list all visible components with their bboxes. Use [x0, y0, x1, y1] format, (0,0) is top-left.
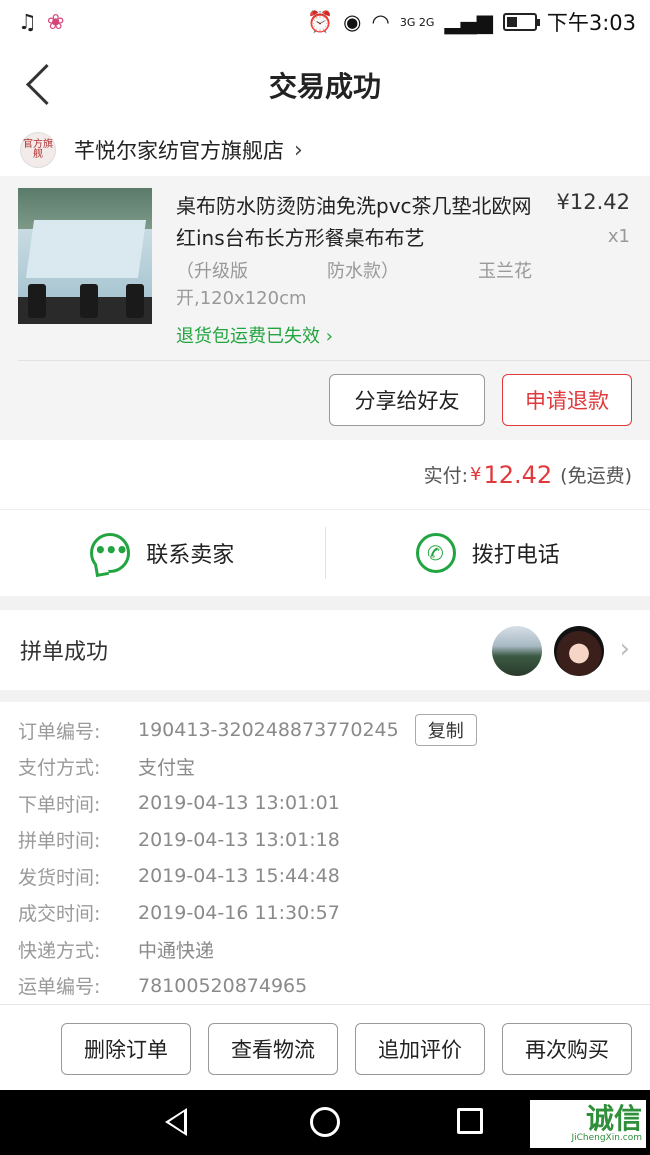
chevron-right-icon: › — [320, 326, 333, 347]
store-row[interactable]: 官方旗舰 芊悦尔家纺官方旗舰店 › — [0, 126, 650, 174]
detail-value: 2019-04-13 13:01:18 — [138, 828, 340, 851]
paid-currency: ¥ — [470, 464, 482, 485]
call-phone-button[interactable]: ✆ 拨打电话 — [326, 510, 650, 596]
order-number: 190413-320248873770245 — [138, 719, 399, 742]
battery-icon — [502, 13, 540, 31]
call-phone-label: 拨打电话 — [471, 543, 560, 568]
detail-value: 2019-04-16 11:30:57 — [138, 901, 340, 924]
status-time: 下午3:03 — [546, 11, 636, 35]
music-note-icon: ♫ — [18, 10, 37, 34]
wifi-icon: ◠ — [371, 10, 390, 34]
spec-part: 玉兰花 — [478, 261, 532, 282]
detail-label: 拼单时间: — [18, 830, 101, 853]
tracking-number: 78100520874965 — [138, 974, 308, 997]
product-card[interactable]: 桌布防水防烫防油免洗pvc茶几垫北欧网红ins台布长方形餐桌布布艺 ¥12.42… — [0, 176, 650, 440]
section-gap — [0, 596, 650, 610]
detail-label: 快递方式: — [18, 939, 101, 962]
buy-again-button[interactable]: 再次购买 — [502, 1023, 632, 1075]
detail-row: 下单时间: 2019-04-13 13:01:01 — [18, 785, 650, 822]
nav-back-icon[interactable] — [165, 1108, 187, 1136]
app-notification-icon: ❀ — [46, 10, 65, 34]
product-spec: （升级版 防水款） 玉兰花 开,120x120cm — [176, 258, 532, 312]
paid-label: 实付: — [423, 465, 468, 487]
detail-row: 快递方式: 中通快递 — [18, 931, 650, 968]
detail-row: 拼单时间: 2019-04-13 13:01:18 — [18, 822, 650, 859]
detail-label: 成交时间: — [18, 903, 101, 926]
spec-part: 防水款） — [327, 261, 399, 282]
detail-row: 成交时间: 2019-04-16 11:30:57 — [18, 895, 650, 932]
contact-row: ••• 联系卖家 ✆ 拨打电话 — [0, 510, 650, 596]
watermark-text: 诚信 — [585, 1102, 642, 1135]
group-success-label: 拼单成功 — [20, 640, 109, 665]
status-left: ♫ ❀ — [18, 10, 64, 34]
view-logistics-button[interactable]: 查看物流 — [208, 1023, 338, 1075]
detail-row: 支付方式: 支付宝 — [18, 749, 650, 786]
page-title: 交易成功 — [268, 70, 381, 103]
status-right: ⏰ ◉ ◠ 3G 2G ▂▄▆ 下午3:03 — [307, 7, 636, 37]
nav-bar: 交易成功 — [0, 44, 650, 126]
contact-seller-label: 联系卖家 — [146, 543, 235, 568]
detail-value: 中通快递 — [138, 939, 215, 962]
detail-row: 发货时间: 2019-04-13 15:44:48 — [18, 858, 650, 895]
copy-button[interactable]: 复制 — [414, 714, 477, 747]
phone-icon: ✆ — [415, 533, 456, 573]
shipping-note: (免运费) — [560, 465, 632, 487]
detail-label: 发货时间: — [18, 866, 101, 889]
detail-row: 订单编号: 190413-320248873770245 复制 — [18, 712, 650, 749]
refund-button[interactable]: 申请退款 — [502, 374, 632, 426]
detail-value: 支付宝 — [138, 757, 196, 780]
watermark-logo: 诚信 JiChengXin.com — [530, 1100, 646, 1148]
watermark-subtext: JiChengXin.com — [571, 1133, 642, 1143]
product-title[interactable]: 桌布防水防烫防油免洗pvc茶几垫北欧网红ins台布长方形餐桌布布艺 — [176, 190, 536, 254]
alarm-icon: ⏰ — [307, 9, 334, 34]
detail-row: 运单编号: 78100520874965 — [18, 968, 650, 1005]
paid-amount: 12.42 — [483, 460, 553, 489]
signal-icon: ▂▄▆ — [444, 10, 493, 34]
delete-order-button[interactable]: 删除订单 — [61, 1023, 191, 1075]
store-logo: 官方旗舰 — [20, 132, 56, 168]
divider — [18, 360, 650, 361]
product-quantity: x1 — [607, 226, 630, 247]
status-bar: ♫ ❀ ⏰ ◉ ◠ 3G 2G ▂▄▆ 下午3:03 — [0, 0, 650, 44]
group-success-row[interactable]: 拼单成功 › — [0, 610, 650, 690]
nav-home-icon[interactable] — [310, 1107, 340, 1137]
product-price: ¥12.42 — [556, 190, 630, 214]
chevron-right-icon: › — [619, 634, 630, 664]
detail-label: 下单时间: — [18, 793, 101, 816]
product-image[interactable] — [18, 188, 152, 324]
spec-part: 开,120x120cm — [176, 288, 307, 309]
nav-recents-icon[interactable] — [457, 1108, 483, 1134]
detail-value: 2019-04-13 15:44:48 — [138, 865, 340, 888]
chevron-right-icon: › — [294, 137, 303, 163]
avatar — [492, 626, 542, 676]
detail-label: 支付方式: — [18, 757, 101, 780]
spec-part: （升级版 — [176, 261, 248, 282]
action-bar: 删除订单 查看物流 追加评价 再次购买 — [0, 1004, 650, 1090]
return-shipping-note[interactable]: 退货包运费已失效 › — [176, 322, 333, 348]
payment-summary: 实付: ¥ 12.42 (免运费) — [0, 440, 650, 510]
share-button[interactable]: 分享给好友 — [329, 374, 485, 426]
order-details: 订单编号: 190413-320248873770245 复制 支付方式: 支付… — [0, 712, 650, 1004]
add-review-button[interactable]: 追加评价 — [355, 1023, 485, 1075]
back-button[interactable] — [22, 62, 62, 106]
detail-value: 2019-04-13 13:01:01 — [138, 792, 340, 815]
eye-icon: ◉ — [343, 10, 362, 34]
network-indicator: 3G 2G — [399, 15, 435, 29]
detail-label: 运单编号: — [18, 976, 101, 999]
detail-label: 订单编号: — [18, 720, 101, 743]
section-gap — [0, 690, 650, 702]
chat-icon: ••• — [90, 533, 131, 573]
avatar — [554, 626, 604, 676]
store-name: 芊悦尔家纺官方旗舰店 — [74, 139, 284, 163]
system-nav-bar: 诚信 JiChengXin.com — [0, 1090, 650, 1155]
contact-seller-button[interactable]: ••• 联系卖家 — [0, 510, 325, 596]
